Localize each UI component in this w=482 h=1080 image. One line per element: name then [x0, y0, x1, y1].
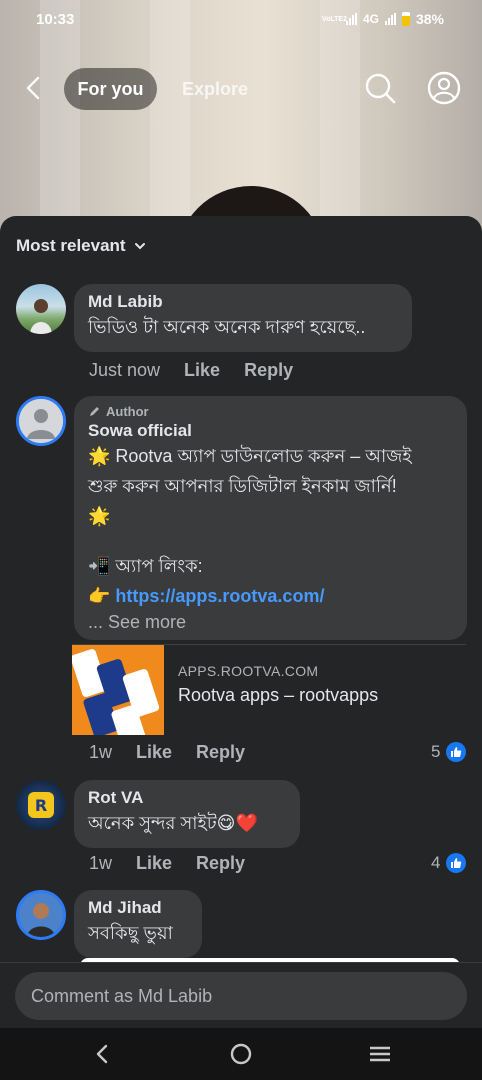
avatar-rot-va[interactable]: R	[16, 780, 66, 830]
nav-menu-icon[interactable]	[366, 1040, 394, 1068]
pointing-hand-icon: 👉	[88, 586, 116, 606]
comment-text-line: 🌟	[88, 506, 111, 526]
comment-input[interactable]: Comment as Md Labib	[15, 972, 467, 1020]
status-bar: 10:33 VoLTE2 4G 38%	[0, 0, 482, 40]
reaction-number: 5	[431, 742, 441, 761]
signal-icon	[345, 13, 357, 25]
comment-bubble[interactable]: Rot VA অনেক সুন্দর সাইট😋❤️	[74, 780, 300, 848]
link-preview-domain: APPS.ROOTVA.COM	[178, 663, 319, 679]
comment-link-line: 👉 https://apps.rootva.com/	[88, 581, 453, 611]
reaction-number: 4	[431, 853, 441, 872]
like-button[interactable]: Like	[184, 360, 220, 381]
comment-input-bar: Comment as Md Labib	[0, 962, 482, 1028]
author-tag: Author	[88, 404, 453, 419]
battery-level: 38%	[415, 11, 444, 27]
comment-text-line: শুরু করুন আপনার ডিজিটাল ইনকাম জার্নি!	[88, 476, 397, 496]
comment-text: অনেক সুন্দর সাইট😋❤️	[88, 813, 258, 833]
comment-text-line: 📲 অ্যাপ লিংক:	[88, 556, 203, 576]
nav-home-icon[interactable]	[227, 1040, 255, 1068]
author-tag-label: Author	[106, 404, 149, 419]
avatar-sowa-official[interactable]	[16, 396, 66, 446]
comment-text: ভিডিও টা অনেক অনেক দারুণ হয়েছে..	[88, 317, 366, 337]
network-type: 4G	[362, 12, 379, 26]
comment-time: 1w	[89, 742, 113, 762]
comment-bubble-author[interactable]: Author Sowa official 🌟 Rootva অ্যাপ ডাউন…	[74, 396, 467, 640]
sort-label: Most relevant	[16, 236, 126, 255]
comment-time: Just now	[89, 360, 161, 380]
comment-actions: Just now Like Reply	[89, 360, 317, 381]
profile-icon[interactable]	[426, 70, 462, 106]
signal-icon-2	[384, 13, 396, 25]
back-arrow-icon[interactable]	[18, 72, 50, 104]
comment-author[interactable]: Rot VA	[88, 788, 286, 808]
link-preview-card[interactable]: APPS.ROOTVA.COM Rootva apps – rootvapps	[72, 644, 466, 735]
comment-author[interactable]: Md Jihad	[88, 898, 188, 918]
svg-text:R: R	[35, 796, 47, 815]
comment-link[interactable]: https://apps.rootva.com/	[115, 586, 324, 606]
search-icon[interactable]	[362, 70, 398, 106]
sort-dropdown[interactable]: Most relevant	[16, 236, 146, 256]
reaction-count[interactable]: 4	[431, 853, 467, 873]
tab-for-you[interactable]: For you	[64, 68, 157, 110]
like-icon	[446, 742, 467, 762]
comment-bubble[interactable]: Md Labib ভিডিও টা অনেক অনেক দারুণ হয়েছে…	[74, 284, 412, 352]
system-navigation-bar	[0, 1028, 482, 1080]
comment-author[interactable]: Sowa official	[88, 421, 453, 441]
pencil-icon	[90, 407, 99, 416]
comment-text-line: 🌟 Rootva অ্যাপ ডাউনলোড করুন – আজই	[88, 446, 412, 466]
like-icon	[446, 853, 467, 873]
comment-actions: 1w Like Reply	[89, 853, 269, 874]
comment-time: 1w	[89, 853, 113, 873]
avatar-md-jihad[interactable]	[16, 890, 66, 940]
reaction-count[interactable]: 5	[431, 742, 467, 762]
link-preview-thumbnail	[72, 645, 164, 735]
avatar-md-labib[interactable]	[16, 284, 66, 334]
see-more-button[interactable]: ... See more	[88, 611, 453, 633]
comment-text-line	[88, 531, 453, 551]
comment-author[interactable]: Md Labib	[88, 292, 398, 312]
like-button[interactable]: Like	[136, 853, 172, 874]
comment-actions: 1w Like Reply	[89, 742, 269, 763]
nav-back-icon[interactable]	[88, 1040, 116, 1068]
tab-explore[interactable]: Explore	[182, 68, 248, 110]
reply-button[interactable]: Reply	[196, 853, 245, 874]
chevron-down-icon	[134, 243, 145, 250]
battery-icon	[401, 12, 410, 26]
volte-indicator: VoLTE2	[321, 15, 347, 23]
reply-button[interactable]: Reply	[196, 742, 245, 763]
link-preview-title: Rootva apps – rootvapps	[178, 685, 379, 705]
top-navigation: For you Explore	[0, 68, 482, 110]
comments-sheet: Most relevant Md Labib ভিডিও টা অনেক অনে…	[0, 216, 482, 1028]
reply-button[interactable]: Reply	[244, 360, 293, 381]
comment-text: সবকিছু ভুয়া	[88, 923, 173, 943]
like-button[interactable]: Like	[136, 742, 172, 763]
comment-bubble[interactable]: Md Jihad সবকিছু ভুয়া	[74, 890, 202, 958]
status-time: 10:33	[36, 11, 75, 28]
